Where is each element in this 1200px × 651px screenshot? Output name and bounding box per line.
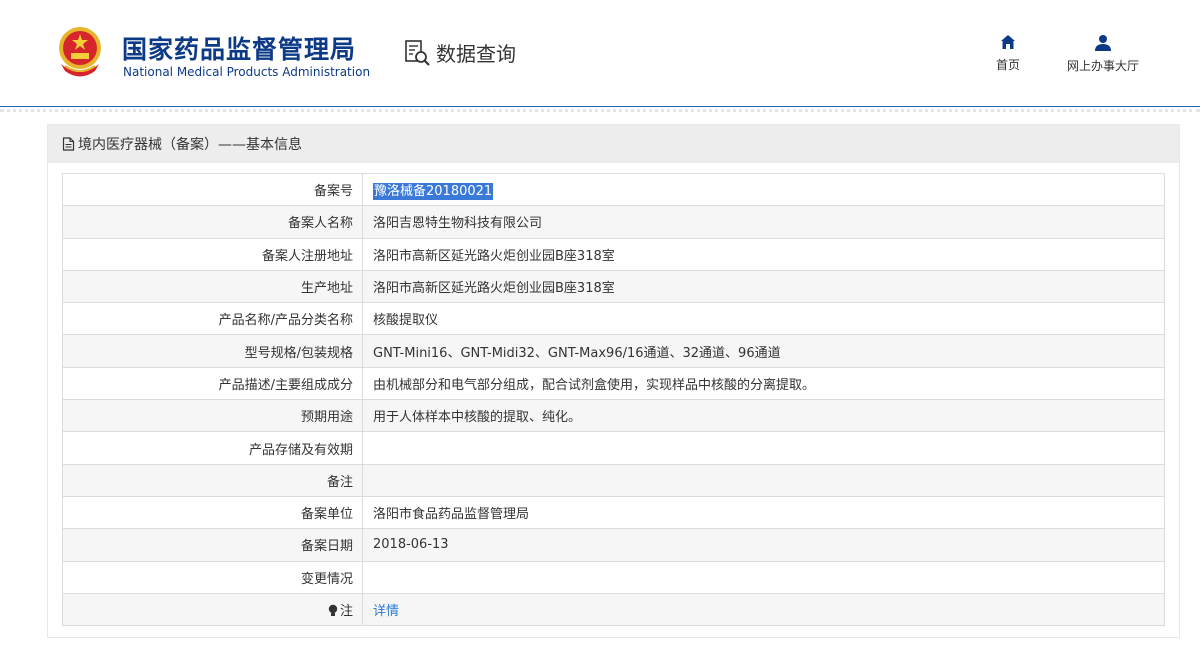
row-value-filing-unit: 洛阳市食品药品监督管理局: [362, 495, 1165, 530]
table-row: 备案号 豫洛械备20180021: [62, 172, 1165, 207]
header-dotted-divider: [0, 109, 1200, 112]
panel-title: 境内医疗器械（备案）——基本信息: [78, 137, 302, 153]
row-label-note: 注: [62, 592, 363, 627]
table-row: 注 详情: [62, 592, 1165, 627]
row-value-text: 洛阳市高新区延光路火炬创业园B座318室: [373, 281, 615, 297]
row-label-intended-use: 预期用途: [62, 399, 363, 433]
site-logo-title[interactable]: 国家药品监督管理局: [122, 30, 356, 66]
row-value-record-number: 豫洛械备20180021: [362, 172, 1165, 207]
row-value-text: GNT-Mini16、GNT-Midi32、GNT-Max96/16通道、32通…: [373, 345, 781, 361]
table-row: 备案人名称 洛阳吉恩特生物科技有限公司: [62, 205, 1165, 239]
row-label-product-name: 产品名称/产品分类名称: [62, 302, 363, 336]
row-value-text: 洛阳市高新区延光路火炬创业园B座318室: [373, 248, 615, 264]
row-value-note: 详情: [362, 592, 1165, 627]
row-label-filing-unit: 备案单位: [62, 495, 363, 530]
row-label-filer-name: 备案人名称: [62, 205, 363, 239]
nav-home[interactable]: 首页: [984, 34, 1032, 73]
row-label-product-description: 产品描述/主要组成成分: [62, 366, 363, 401]
row-label-text: 注: [339, 604, 353, 619]
row-label-text: 型号规格/包装规格: [244, 345, 353, 361]
national-emblem-icon[interactable]: [55, 24, 105, 80]
row-label-text: 产品存储及有效期: [248, 442, 353, 458]
row-value-text: 由机械部分和电气部分组成，配合试剂盒使用，实现样品中核酸的分离提取。: [373, 377, 816, 393]
row-value-model-spec: GNT-Mini16、GNT-Midi32、GNT-Max96/16通道、32通…: [362, 334, 1165, 368]
row-value-product-description: 由机械部分和电气部分组成，配合试剂盒使用，实现样品中核酸的分离提取。: [362, 366, 1165, 401]
row-value-filing-date: 2018-06-13: [362, 528, 1165, 562]
nav-online-service-hall-label: 网上办事大厅: [1066, 59, 1139, 73]
data-query-section: 数据查询: [404, 38, 516, 67]
row-label-remarks: 备注: [62, 463, 363, 497]
row-label-text: 预期用途: [300, 410, 353, 426]
table-row: 生产地址 洛阳市高新区延光路火炬创业园B座318室: [62, 269, 1165, 304]
row-label-change-status: 变更情况: [62, 560, 363, 594]
table-row: 产品存储及有效期: [62, 431, 1165, 465]
basic-info-panel: 境内医疗器械（备案）——基本信息 备案号 豫洛械备20180021 备案人名称 洛阳吉…: [47, 124, 1180, 638]
row-label-record-number: 备案号: [62, 172, 363, 207]
home-icon: [1001, 35, 1015, 49]
row-value-filer-name: 洛阳吉恩特生物科技有限公司: [362, 205, 1165, 239]
row-value-remarks: [362, 463, 1165, 497]
table-row: 备案日期 2018-06-13: [62, 528, 1165, 562]
row-label-storage-validity: 产品存储及有效期: [62, 431, 363, 465]
row-label-text: 生产地址: [300, 281, 353, 297]
row-value-text: 洛阳吉恩特生物科技有限公司: [373, 216, 543, 232]
document-icon: [62, 137, 75, 151]
row-label-text: 备案单位: [300, 507, 353, 523]
nav-online-service-hall[interactable]: 网上办事大厅: [1054, 34, 1152, 74]
row-label-text: 备注: [326, 474, 353, 490]
header-divider: [0, 106, 1200, 107]
data-query-title: 数据查询: [436, 42, 516, 66]
row-label-text: 备案号: [313, 184, 353, 200]
row-label-production-address: 生产地址: [62, 269, 363, 304]
table-row: 产品名称/产品分类名称 核酸提取仪: [62, 302, 1165, 336]
row-value-production-address: 洛阳市高新区延光路火炬创业园B座318室: [362, 269, 1165, 304]
row-value-intended-use: 用于人体样本中核酸的提取、纯化。: [362, 399, 1165, 433]
document-search-icon: [405, 39, 430, 66]
site-logo-subtitle[interactable]: National Medical Products Administration: [123, 65, 370, 79]
user-icon: [1095, 35, 1111, 51]
row-label-text: 变更情况: [300, 571, 353, 587]
row-value-text: 核酸提取仪: [373, 313, 439, 329]
row-value-filer-registered-address: 洛阳市高新区延光路火炬创业园B座318室: [362, 237, 1165, 271]
nav-home-label: 首页: [995, 58, 1020, 72]
row-label-text: 备案日期: [300, 539, 353, 555]
table-row: 备案单位 洛阳市食品药品监督管理局: [62, 495, 1165, 530]
details-link[interactable]: 详情: [373, 604, 399, 619]
table-row: 变更情况: [62, 560, 1165, 594]
row-value-change-status: [362, 560, 1165, 594]
table-row: 产品描述/主要组成成分 由机械部分和电气部分组成，配合试剂盒使用，实现样品中核酸的…: [62, 366, 1165, 401]
row-value-product-name: 核酸提取仪: [362, 302, 1165, 336]
row-value-storage-validity: [362, 431, 1165, 465]
table-row: 备注: [62, 463, 1165, 497]
row-label-text: 产品名称/产品分类名称: [218, 313, 353, 329]
row-label-filing-date: 备案日期: [62, 528, 363, 562]
record-number-value-selected[interactable]: 豫洛械备20180021: [373, 183, 494, 201]
row-label-text: 产品描述/主要组成成分: [218, 377, 353, 393]
site-header: 国家药品监督管理局 National Medical Products Admi…: [0, 0, 1200, 106]
row-value-text: 洛阳市食品药品监督管理局: [373, 507, 530, 523]
row-label-text: 备案人名称: [287, 216, 353, 232]
lightbulb-icon: [328, 604, 338, 616]
table-row: 型号规格/包装规格 GNT-Mini16、GNT-Midi32、GNT-Max96…: [62, 334, 1165, 368]
row-label-filer-registered-address: 备案人注册地址: [62, 237, 363, 271]
basic-info-table: 备案号 豫洛械备20180021 备案人名称 洛阳吉恩特生物科技有限公司备案人注册地址…: [62, 172, 1165, 627]
panel-header: 境内医疗器械（备案）——基本信息: [48, 125, 1179, 163]
table-row: 备案人注册地址 洛阳市高新区延光路火炬创业园B座318室: [62, 237, 1165, 271]
row-value-text: 用于人体样本中核酸的提取、纯化。: [373, 410, 582, 426]
row-label-text: 备案人注册地址: [261, 248, 353, 264]
table-row: 预期用途 用于人体样本中核酸的提取、纯化。: [62, 399, 1165, 433]
row-label-model-spec: 型号规格/包装规格: [62, 334, 363, 368]
row-value-text: 2018-06-13: [373, 537, 449, 553]
